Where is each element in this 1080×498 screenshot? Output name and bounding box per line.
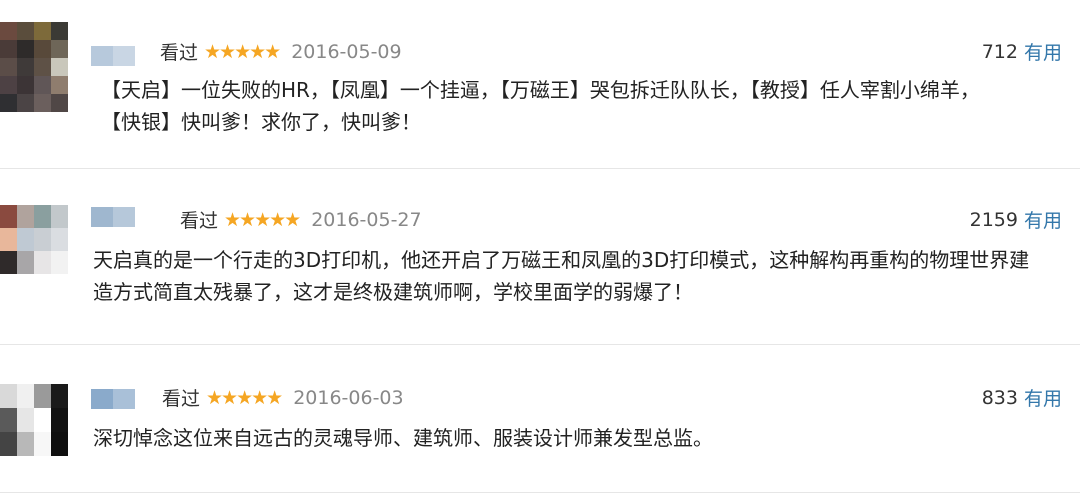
- rating-stars: ★★★★★: [224, 208, 301, 231]
- avatar[interactable]: [0, 205, 68, 274]
- watched-label: 看过: [180, 210, 219, 232]
- watched-label: 看过: [160, 42, 199, 64]
- review-line: 【天启】一位失败的HR，【凤凰】一个挂逼，【万磁王】哭包拆迁队队长，【教授】任人…: [101, 78, 980, 102]
- review-meta: 看过 ★★★★★ 2016-05-09: [160, 38, 402, 65]
- review-line: 造方式简直太残暴了，这才是终极建筑师啊，学校里面学的弱爆了！: [93, 280, 693, 304]
- useful-button[interactable]: 有用: [1024, 38, 1062, 65]
- review-list: 看过 ★★★★★ 2016-05-09 712 有用 【天启】一位失败的HR，【…: [0, 0, 1080, 498]
- vote-area: 833 有用: [982, 384, 1062, 411]
- vote-area: 712 有用: [982, 38, 1062, 65]
- avatar[interactable]: [0, 384, 68, 456]
- username[interactable]: [91, 207, 135, 227]
- vote-count: 2159: [969, 208, 1018, 231]
- review-meta: 看过 ★★★★★ 2016-05-27: [180, 206, 422, 233]
- username[interactable]: [91, 389, 135, 409]
- review-date: 2016-06-03: [293, 386, 404, 409]
- review-line: 【快银】快叫爹！求你了，快叫爹！: [101, 110, 421, 134]
- review-content: 深切悼念这位来自远古的灵魂导师、建筑师、服装设计师兼发型总监。: [93, 422, 713, 454]
- rating-stars: ★★★★★: [206, 386, 283, 409]
- review-line: 深切悼念这位来自远古的灵魂导师、建筑师、服装设计师兼发型总监。: [93, 426, 713, 450]
- useful-button[interactable]: 有用: [1024, 384, 1062, 411]
- avatar[interactable]: [0, 22, 68, 112]
- divider: [0, 344, 1080, 345]
- review-date: 2016-05-27: [311, 208, 422, 231]
- username[interactable]: [91, 46, 135, 66]
- vote-count: 712: [981, 40, 1018, 63]
- useful-button[interactable]: 有用: [1024, 206, 1062, 233]
- review-meta: 看过 ★★★★★ 2016-06-03: [162, 384, 404, 411]
- rating-stars: ★★★★★: [204, 40, 281, 63]
- review-date: 2016-05-09: [291, 40, 402, 63]
- divider: [0, 168, 1080, 169]
- divider: [0, 492, 1080, 493]
- review-line: 天启真的是一个行走的3D打印机，他还开启了万磁王和凤凰的3D打印模式，这种解构再…: [93, 248, 1030, 272]
- watched-label: 看过: [162, 388, 201, 410]
- review-content: 【天启】一位失败的HR，【凤凰】一个挂逼，【万磁王】哭包拆迁队队长，【教授】任人…: [101, 74, 980, 138]
- review-content: 天启真的是一个行走的3D打印机，他还开启了万磁王和凤凰的3D打印模式，这种解构再…: [93, 244, 1029, 308]
- vote-count: 833: [981, 386, 1018, 409]
- vote-area: 2159 有用: [970, 206, 1062, 233]
